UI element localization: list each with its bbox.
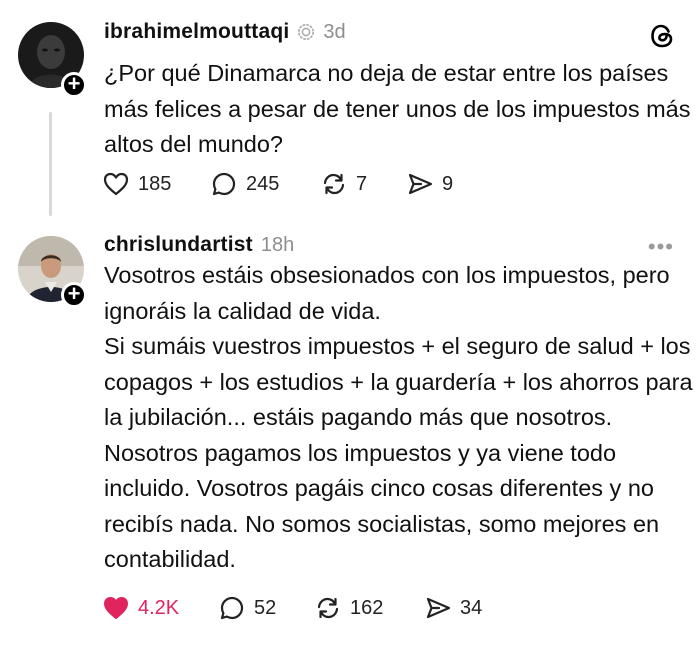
comment-icon bbox=[212, 172, 236, 196]
comment-icon bbox=[220, 596, 244, 620]
share-count: 9 bbox=[442, 172, 454, 195]
share-button[interactable]: 9 bbox=[406, 170, 453, 198]
share-button[interactable]: 34 bbox=[424, 594, 482, 622]
thread-line bbox=[49, 112, 52, 216]
repost-count: 7 bbox=[356, 172, 368, 195]
post-header: ibrahimelmouttaqi 3d bbox=[104, 20, 346, 44]
follow-plus-icon[interactable]: + bbox=[61, 282, 87, 308]
follow-plus-icon[interactable]: + bbox=[61, 72, 87, 98]
reply-count: 52 bbox=[254, 596, 277, 619]
post-header: chrislundartist 18h bbox=[104, 233, 294, 257]
repost-button[interactable]: 162 bbox=[314, 594, 424, 622]
post-text: Vosotros estáis obsesionados con los imp… bbox=[104, 262, 693, 572]
reply-count: 245 bbox=[246, 172, 280, 195]
repost-count: 162 bbox=[350, 596, 384, 619]
like-button[interactable]: 4.2K bbox=[102, 595, 218, 621]
post-ibrahimelmouttaqi: + ibrahimelmouttaqi 3d ¿Por qué Dinamarc… bbox=[0, 0, 700, 228]
repost-icon bbox=[323, 173, 345, 195]
post-actions: 4.2K 52 162 34 bbox=[102, 594, 482, 622]
share-icon bbox=[408, 173, 433, 195]
share-count: 34 bbox=[460, 596, 483, 619]
post-text: ¿Por qué Dinamarca no deja de estar entr… bbox=[104, 60, 691, 157]
repost-icon bbox=[317, 597, 339, 619]
post-chrislundartist: + chrislundartist 18h ••• Vosotros estái… bbox=[0, 228, 700, 646]
like-button[interactable]: 185 bbox=[102, 171, 210, 197]
post-time: 3d bbox=[323, 21, 346, 43]
like-count: 4.2K bbox=[138, 596, 180, 619]
repost-button[interactable]: 7 bbox=[320, 170, 406, 198]
verified-icon bbox=[298, 23, 315, 41]
reply-button[interactable]: 52 bbox=[218, 594, 314, 622]
like-count: 185 bbox=[138, 172, 172, 195]
more-icon[interactable]: ••• bbox=[648, 236, 674, 258]
post-time: 18h bbox=[260, 234, 295, 256]
heart-icon bbox=[104, 597, 128, 619]
reply-button[interactable]: 245 bbox=[210, 170, 320, 198]
post-actions: 185 245 7 9 bbox=[102, 170, 453, 198]
share-icon bbox=[426, 597, 451, 619]
threads-logo-icon[interactable] bbox=[648, 22, 676, 50]
username[interactable]: ibrahimelmouttaqi bbox=[104, 20, 289, 44]
username[interactable]: chrislundartist bbox=[104, 233, 253, 257]
heart-icon bbox=[103, 172, 129, 196]
